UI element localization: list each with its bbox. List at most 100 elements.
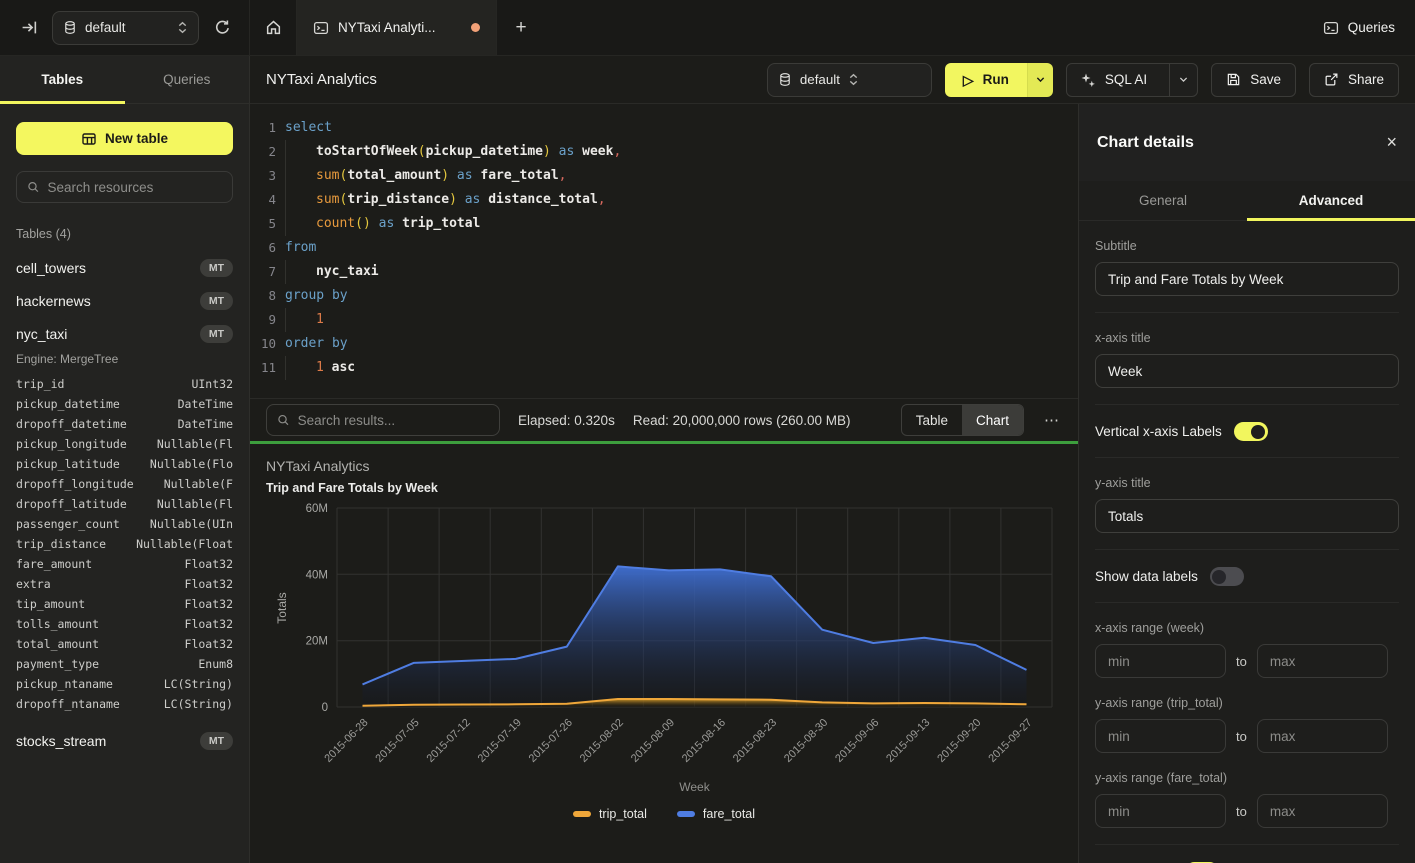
tab-advanced[interactable]: Advanced bbox=[1247, 181, 1415, 220]
svg-text:2015-09-13: 2015-09-13 bbox=[884, 717, 932, 765]
code-text: from bbox=[276, 236, 316, 260]
results-search-input[interactable] bbox=[298, 413, 489, 428]
database-icon bbox=[778, 72, 792, 87]
vertical-labels-label: Vertical x-axis Labels bbox=[1095, 424, 1222, 439]
table-name: hackernews bbox=[16, 293, 200, 309]
view-toggle-chart[interactable]: Chart bbox=[962, 405, 1023, 435]
database-selector-label: default bbox=[85, 20, 169, 35]
home-icon bbox=[265, 19, 282, 36]
column-type: Nullable(F bbox=[134, 477, 233, 491]
sidebar-search-input[interactable] bbox=[48, 180, 222, 195]
line-number: 5 bbox=[250, 212, 276, 236]
chevron-down-icon bbox=[1035, 74, 1046, 85]
range-max-input[interactable] bbox=[1257, 644, 1388, 678]
sql-ai-label: SQL AI bbox=[1105, 72, 1147, 87]
line-number: 3 bbox=[250, 164, 276, 188]
toggle-knob bbox=[1212, 570, 1226, 584]
column-type: Nullable(Flo bbox=[120, 457, 233, 471]
line-number: 10 bbox=[250, 332, 276, 356]
collapse-sidebar-button[interactable] bbox=[16, 15, 42, 41]
save-icon bbox=[1226, 72, 1241, 87]
code-line: 8group by bbox=[250, 284, 1078, 308]
svg-text:2015-07-26: 2015-07-26 bbox=[527, 717, 575, 765]
legend-item-fare_total[interactable]: fare_total bbox=[677, 807, 755, 821]
code-line: 1select bbox=[250, 116, 1078, 140]
column-row: tip_amountFloat32 bbox=[16, 594, 233, 614]
run-button-label: Run bbox=[983, 72, 1009, 87]
range-to-label: to bbox=[1236, 654, 1247, 669]
chart-section: 020M40M60M2015-06-282015-07-052015-07-12… bbox=[250, 444, 1078, 863]
database-selector[interactable]: default bbox=[52, 11, 199, 45]
code-text: group by bbox=[276, 284, 348, 308]
close-panel-button[interactable]: × bbox=[1386, 132, 1397, 153]
results-more-button[interactable]: ⋯ bbox=[1042, 411, 1062, 429]
legend-item-trip_total[interactable]: trip_total bbox=[573, 807, 647, 821]
column-row: dropoff_ntanameLC(String) bbox=[16, 694, 233, 714]
new-tab-button[interactable]: + bbox=[497, 0, 545, 55]
table-row-nyc_taxi[interactable]: nyc_taxiMT bbox=[16, 317, 233, 350]
engine-badge: MT bbox=[200, 292, 233, 310]
search-icon bbox=[27, 180, 40, 194]
show-data-labels-toggle[interactable] bbox=[1210, 567, 1244, 586]
new-table-button[interactable]: New table bbox=[16, 122, 233, 155]
table-row-hackernews[interactable]: hackernewsMT bbox=[16, 284, 233, 317]
engine-label: Engine: MergeTree bbox=[16, 352, 233, 366]
axis-ranges: x-axis range (week)toy-axis range (trip_… bbox=[1095, 621, 1399, 828]
svg-text:Week: Week bbox=[679, 780, 710, 794]
share-button[interactable]: Share bbox=[1309, 63, 1399, 97]
column-row: pickup_longitudeNullable(Fl bbox=[16, 434, 233, 454]
range-min-input[interactable] bbox=[1095, 794, 1226, 828]
table-row-cell_towers[interactable]: cell_towersMT bbox=[16, 251, 233, 284]
code-text: nyc_taxi bbox=[276, 260, 379, 284]
svg-text:0: 0 bbox=[322, 702, 328, 714]
column-type: LC(String) bbox=[113, 677, 233, 691]
svg-text:20M: 20M bbox=[306, 636, 328, 648]
refresh-button[interactable] bbox=[209, 15, 235, 41]
yaxis-title-field-label: y-axis title bbox=[1095, 476, 1399, 490]
run-database-selector[interactable]: default bbox=[767, 63, 932, 97]
sidebar-tab-tables[interactable]: Tables bbox=[0, 56, 125, 103]
xaxis-title-input[interactable] bbox=[1095, 354, 1399, 388]
column-row: pickup_ntanameLC(String) bbox=[16, 674, 233, 694]
sidebar-tabs: Tables Queries bbox=[0, 56, 249, 104]
save-button[interactable]: Save bbox=[1211, 63, 1296, 97]
run-button-group: ▷ Run bbox=[945, 63, 1053, 97]
svg-text:2015-08-30: 2015-08-30 bbox=[782, 717, 830, 765]
range-min-input[interactable] bbox=[1095, 644, 1226, 678]
range-max-input[interactable] bbox=[1257, 719, 1388, 753]
code-line: 10order by bbox=[250, 332, 1078, 356]
table-row-stocks_stream[interactable]: stocks_streamMT bbox=[16, 724, 233, 757]
run-button[interactable]: ▷ Run bbox=[945, 63, 1027, 97]
query-toolbar-actions: default ▷ Run bbox=[767, 63, 1399, 97]
tab-general[interactable]: General bbox=[1079, 181, 1247, 220]
sql-ai-options-button[interactable] bbox=[1169, 64, 1197, 96]
home-tab-button[interactable] bbox=[250, 0, 297, 55]
tab-nytaxi-analytics[interactable]: NYTaxi Analyti... bbox=[297, 0, 497, 55]
column-row: extraFloat32 bbox=[16, 574, 233, 594]
range-to-label: to bbox=[1236, 729, 1247, 744]
svg-text:2015-08-16: 2015-08-16 bbox=[680, 717, 728, 765]
chart-details-panel: Chart details × General Advanced Subtitl… bbox=[1078, 104, 1415, 863]
code-text: toStartOfWeek(pickup_datetime) as week, bbox=[276, 140, 621, 164]
column-type: Nullable(Float bbox=[106, 537, 233, 551]
chart-title: NYTaxi Analytics bbox=[266, 458, 438, 474]
column-type: LC(String) bbox=[120, 697, 233, 711]
engine-badge: MT bbox=[200, 732, 233, 750]
legend-label: trip_total bbox=[599, 807, 647, 821]
range-row-1: to bbox=[1095, 719, 1399, 753]
column-row: pickup_latitudeNullable(Flo bbox=[16, 454, 233, 474]
yaxis-title-input[interactable] bbox=[1095, 499, 1399, 533]
queries-button[interactable]: Queries bbox=[1323, 20, 1395, 36]
sql-editor[interactable]: 1select2toStartOfWeek(pickup_datetime) a… bbox=[250, 104, 1078, 398]
sidebar-tab-queries[interactable]: Queries bbox=[125, 56, 250, 103]
sparkles-icon bbox=[1080, 72, 1096, 88]
vertical-x-axis-labels-toggle[interactable] bbox=[1234, 422, 1268, 441]
subtitle-input[interactable] bbox=[1095, 262, 1399, 296]
sql-ai-button[interactable]: SQL AI bbox=[1067, 72, 1160, 88]
sql-ai-button-group: SQL AI bbox=[1066, 63, 1198, 97]
range-label-0: x-axis range (week) bbox=[1095, 621, 1399, 635]
view-toggle-table[interactable]: Table bbox=[902, 405, 962, 435]
range-max-input[interactable] bbox=[1257, 794, 1388, 828]
run-options-button[interactable] bbox=[1027, 63, 1053, 97]
range-min-input[interactable] bbox=[1095, 719, 1226, 753]
